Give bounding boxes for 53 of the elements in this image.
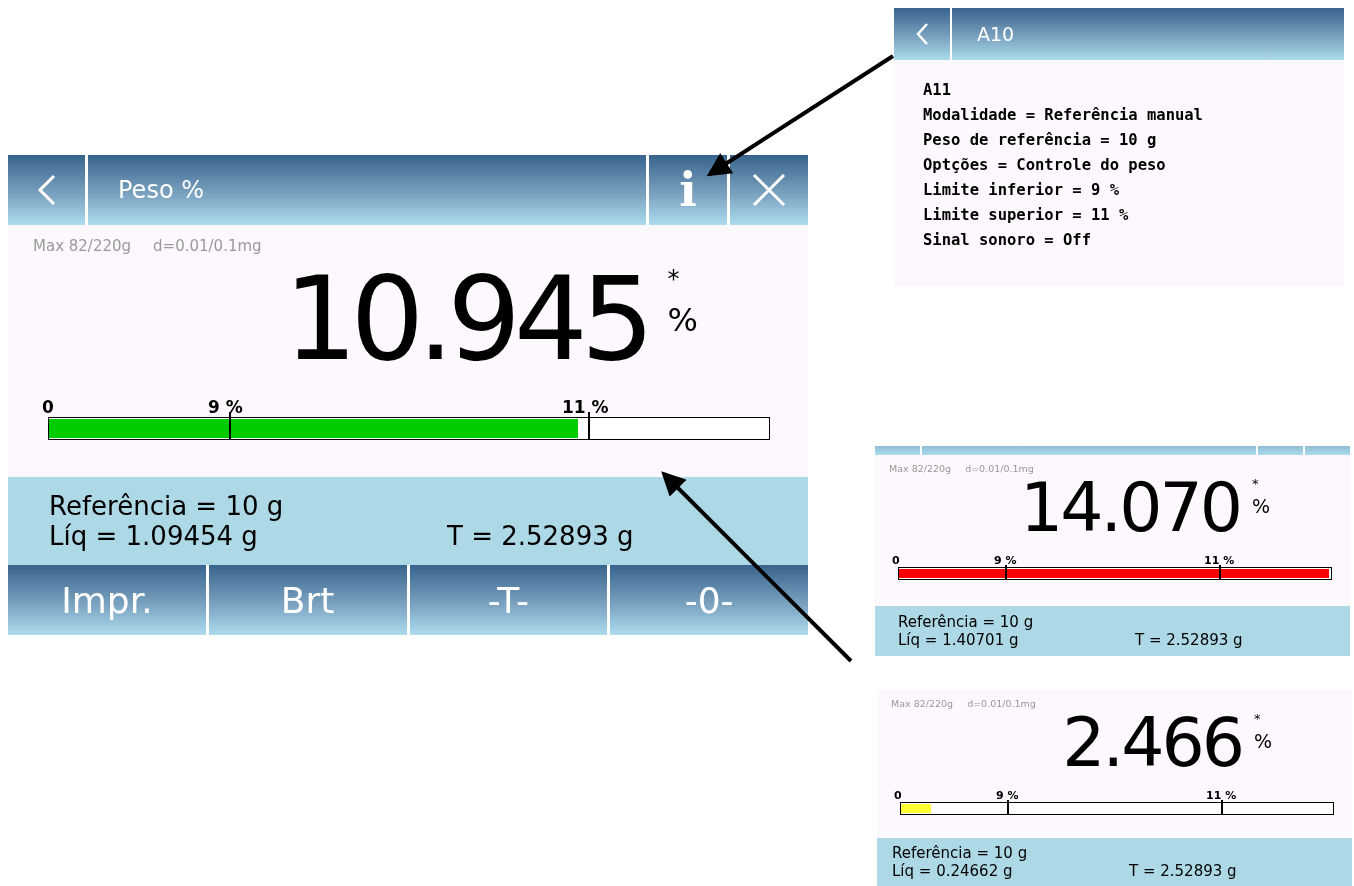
weight-reading: 10.945 [283, 261, 648, 377]
scale-label: 11 % [1204, 554, 1235, 567]
capacity-text: Max 82/220g [889, 463, 952, 474]
scale-label: 9 % [208, 397, 243, 417]
weight-reading: 2.466 [1062, 709, 1242, 777]
back-icon [36, 174, 57, 206]
reference-text: Referência = 10 g [898, 613, 1035, 631]
back-icon [915, 22, 929, 46]
screen-title: A10 [952, 8, 1344, 60]
info-button[interactable]: i [649, 155, 727, 225]
setting-line: Limite inferior = 9 % [923, 180, 1120, 201]
reference-text: Referência = 10 g [49, 491, 285, 521]
stability-mark: * [667, 265, 681, 293]
setting-line: Sinal sonoro = Off [923, 230, 1092, 251]
tare-text: T = 2.52893 g [1135, 631, 1243, 649]
stability-mark: * [1253, 711, 1262, 726]
function-button[interactable]: Brt [208, 565, 407, 635]
capacity-text: Max 82/220g [891, 698, 954, 709]
scale-label: 9 % [994, 554, 1017, 567]
reference-text: Referência = 10 g [892, 844, 1029, 862]
capacity-text: Max 82/220g [33, 237, 132, 255]
function-button[interactable]: -0- [610, 565, 808, 635]
back-button[interactable] [8, 155, 85, 225]
net-weight-text: Líq = 1.40701 g [898, 631, 1020, 649]
tare-text: T = 2.52893 g [447, 521, 634, 551]
function-button[interactable]: -T- [409, 565, 608, 635]
scale-label: 11 % [1206, 789, 1237, 802]
unit-label: % [1251, 495, 1270, 517]
stability-mark: * [1251, 476, 1260, 491]
setting-line: Limite superior = 11 % [923, 205, 1130, 226]
unit-label: % [667, 301, 698, 339]
setting-line: Peso de referência = 10 g [923, 130, 1158, 151]
division-text: d=0.01/0.1mg [153, 237, 262, 255]
division-text: d=0.01/0.1mg [967, 698, 1036, 709]
scale-label: 0 [42, 397, 54, 417]
setting-line: Optções = Controle do peso [923, 155, 1167, 176]
scale-label: 9 % [996, 789, 1019, 802]
scale-label: 0 [894, 789, 902, 802]
close-icon [752, 173, 786, 207]
weight-reading: 14.070 [1020, 474, 1240, 542]
close-button[interactable] [730, 155, 808, 225]
scale-label: 11 % [562, 397, 609, 417]
back-button[interactable] [894, 8, 950, 60]
net-weight-text: Líq = 1.09454 g [49, 521, 259, 551]
setting-line: A11 [923, 80, 952, 101]
division-text: d=0.01/0.1mg [965, 463, 1034, 474]
unit-label: % [1253, 730, 1272, 752]
setting-line: Modalidade = Referência manual [923, 105, 1204, 126]
screen-title: Peso % [88, 155, 646, 225]
function-button[interactable]: Impr. [8, 565, 206, 635]
net-weight-text: Líq = 0.24662 g [892, 862, 1014, 880]
tare-text: T = 2.52893 g [1129, 862, 1237, 880]
scale-label: 0 [892, 554, 900, 567]
